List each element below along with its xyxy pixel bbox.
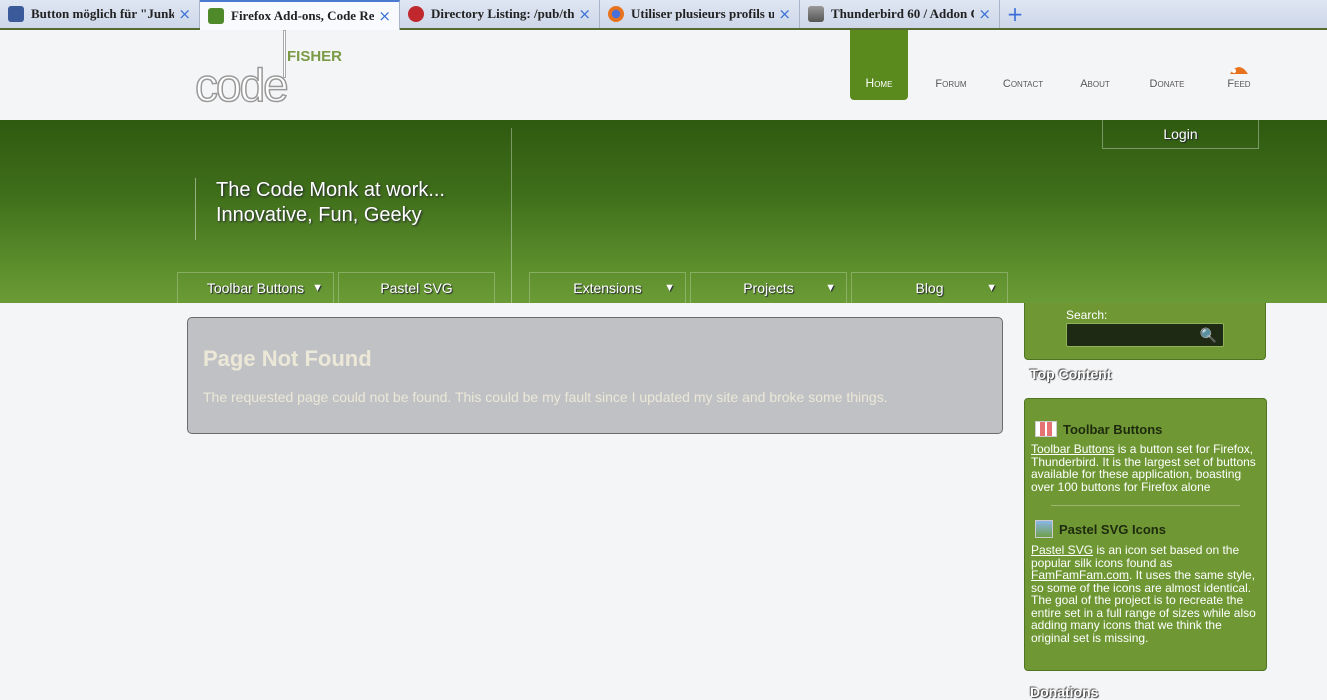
menu-projects[interactable]: Projects ▼ (690, 272, 847, 303)
tab-title: Firefox Add-ons, Code Res (231, 8, 375, 23)
tab-title: Directory Listing: /pub/thu (431, 6, 575, 21)
menu-label: Toolbar Buttons (206, 280, 305, 296)
divider (1051, 505, 1240, 506)
menu-extensions[interactable]: Extensions ▼ (529, 272, 686, 303)
firefox-icon (608, 6, 624, 22)
close-icon[interactable]: × (378, 7, 391, 25)
page-not-found-box: Page Not Found The requested page could … (187, 317, 1003, 434)
menu-label: Pastel SVG (380, 280, 453, 296)
bug-icon (408, 6, 424, 22)
top-content-item-title: Toolbar Buttons (1063, 421, 1163, 437)
login-button[interactable]: Login (1102, 120, 1259, 149)
top-content-panel: Toolbar Buttons Toolbar Buttons is a but… (1024, 398, 1267, 671)
menu-label: Projects (743, 280, 794, 296)
logo-code-text: code (194, 58, 289, 112)
tab-profils[interactable]: Utiliser plusieurs profils ut × (600, 0, 800, 28)
nav-about[interactable]: About (1059, 30, 1131, 100)
nav-donate[interactable]: Donate (1131, 30, 1203, 100)
top-content-item-title: Pastel SVG Icons (1059, 521, 1166, 537)
error-message: The requested page could not be found. T… (203, 389, 888, 405)
menu-blog[interactable]: Blog ▼ (851, 272, 1008, 303)
pastel-svg-icon (1035, 520, 1053, 538)
codefisher-icon (208, 8, 224, 24)
nav-forum[interactable]: Forum (915, 30, 987, 100)
close-icon[interactable]: × (178, 5, 191, 23)
nav-feed[interactable]: Feed (1203, 30, 1275, 100)
tab-junk-forum[interactable]: Button möglich für "Junk × (0, 0, 200, 28)
nav-contact[interactable]: Contact (987, 30, 1059, 100)
search-icon[interactable]: 🔍 (1200, 327, 1217, 344)
menu-pastel-svg[interactable]: Pastel SVG (338, 272, 495, 303)
site-logo[interactable]: code FISHER (194, 30, 355, 130)
close-icon[interactable]: × (578, 5, 591, 23)
donations-heading: Donations (1030, 684, 1099, 700)
forum-icon (8, 6, 24, 22)
hero-banner: Login The Code Monk at work... Innovativ… (0, 120, 1327, 303)
dropdown-arrow-icon: ▼ (312, 282, 323, 294)
top-navigation: Home Forum Contact About Donate Feed (850, 30, 1275, 100)
tab-codefisher[interactable]: Firefox Add-ons, Code Res × (200, 0, 400, 30)
tab-title: Thunderbird 60 / Addon C (831, 6, 975, 21)
tagline-line-1: The Code Monk at work... (216, 179, 445, 201)
menu-label: Extensions (573, 280, 642, 296)
top-content-heading: Top Content (1030, 366, 1112, 382)
tab-title: Utiliser plusieurs profils ut (631, 6, 775, 21)
tagline: The Code Monk at work... Innovative, Fun… (195, 178, 445, 240)
site-header: code FISHER Home Forum Contact About Don… (0, 30, 1327, 120)
close-icon[interactable]: × (778, 5, 791, 23)
browser-tab-strip: Button möglich für "Junk × Firefox Add-o… (0, 0, 1327, 30)
banner-divider (511, 128, 512, 303)
rss-icon (1230, 67, 1248, 74)
tab-title: Button möglich für "Junk (31, 6, 175, 21)
search-label: Search: (1066, 308, 1108, 322)
top-content-item-header: Toolbar Buttons (1031, 421, 1260, 437)
top-content-item-description: Toolbar Buttons is a button set for Fire… (1031, 443, 1260, 493)
dropdown-arrow-icon: ▼ (664, 282, 675, 294)
tab-thunderbird[interactable]: Thunderbird 60 / Addon C × (800, 0, 1000, 28)
toolbar-buttons-icon (1035, 421, 1057, 437)
zine-icon (808, 6, 824, 22)
close-icon[interactable]: × (978, 5, 991, 23)
new-tab-button[interactable]: + (1000, 0, 1030, 28)
tagline-line-2: Innovative, Fun, Geeky (216, 204, 422, 226)
tab-directory-listing[interactable]: Directory Listing: /pub/thu × (400, 0, 600, 28)
search-input[interactable]: 🔍 (1066, 323, 1224, 347)
page-title: Page Not Found (203, 346, 372, 371)
menu-label: Blog (915, 280, 944, 296)
menu-toolbar-buttons[interactable]: Toolbar Buttons ▼ (177, 272, 334, 303)
dropdown-arrow-icon: ▼ (986, 282, 997, 294)
top-content-item-header: Pastel SVG Icons (1031, 520, 1260, 538)
top-content-item-description: Pastel SVG is an icon set based on the p… (1031, 544, 1260, 644)
nav-feed-label: Feed (1227, 78, 1251, 90)
nav-home[interactable]: Home (850, 30, 908, 100)
logo-fisher-text: FISHER (287, 48, 343, 65)
dropdown-arrow-icon: ▼ (825, 282, 836, 294)
search-panel: Search: 🔍 (1024, 303, 1266, 360)
